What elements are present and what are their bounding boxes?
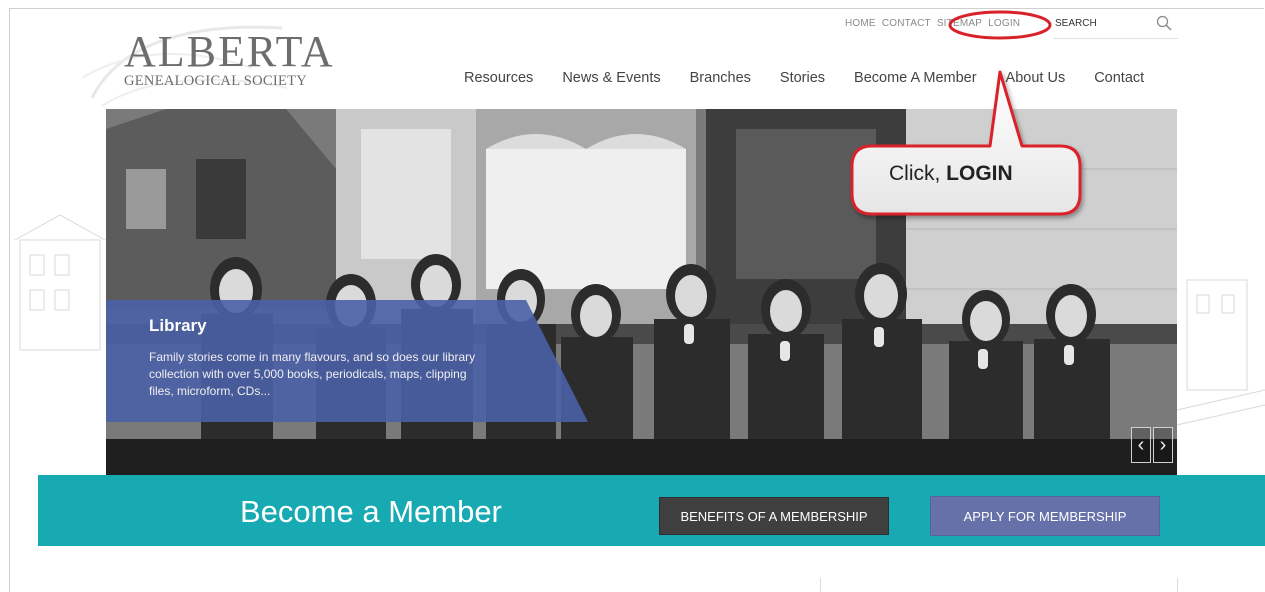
callout-text: Click, LOGIN — [889, 162, 1013, 185]
annotation-overlay — [850, 10, 1082, 216]
login-highlight-ellipse — [948, 10, 1052, 40]
callout-bubble — [850, 70, 1082, 216]
